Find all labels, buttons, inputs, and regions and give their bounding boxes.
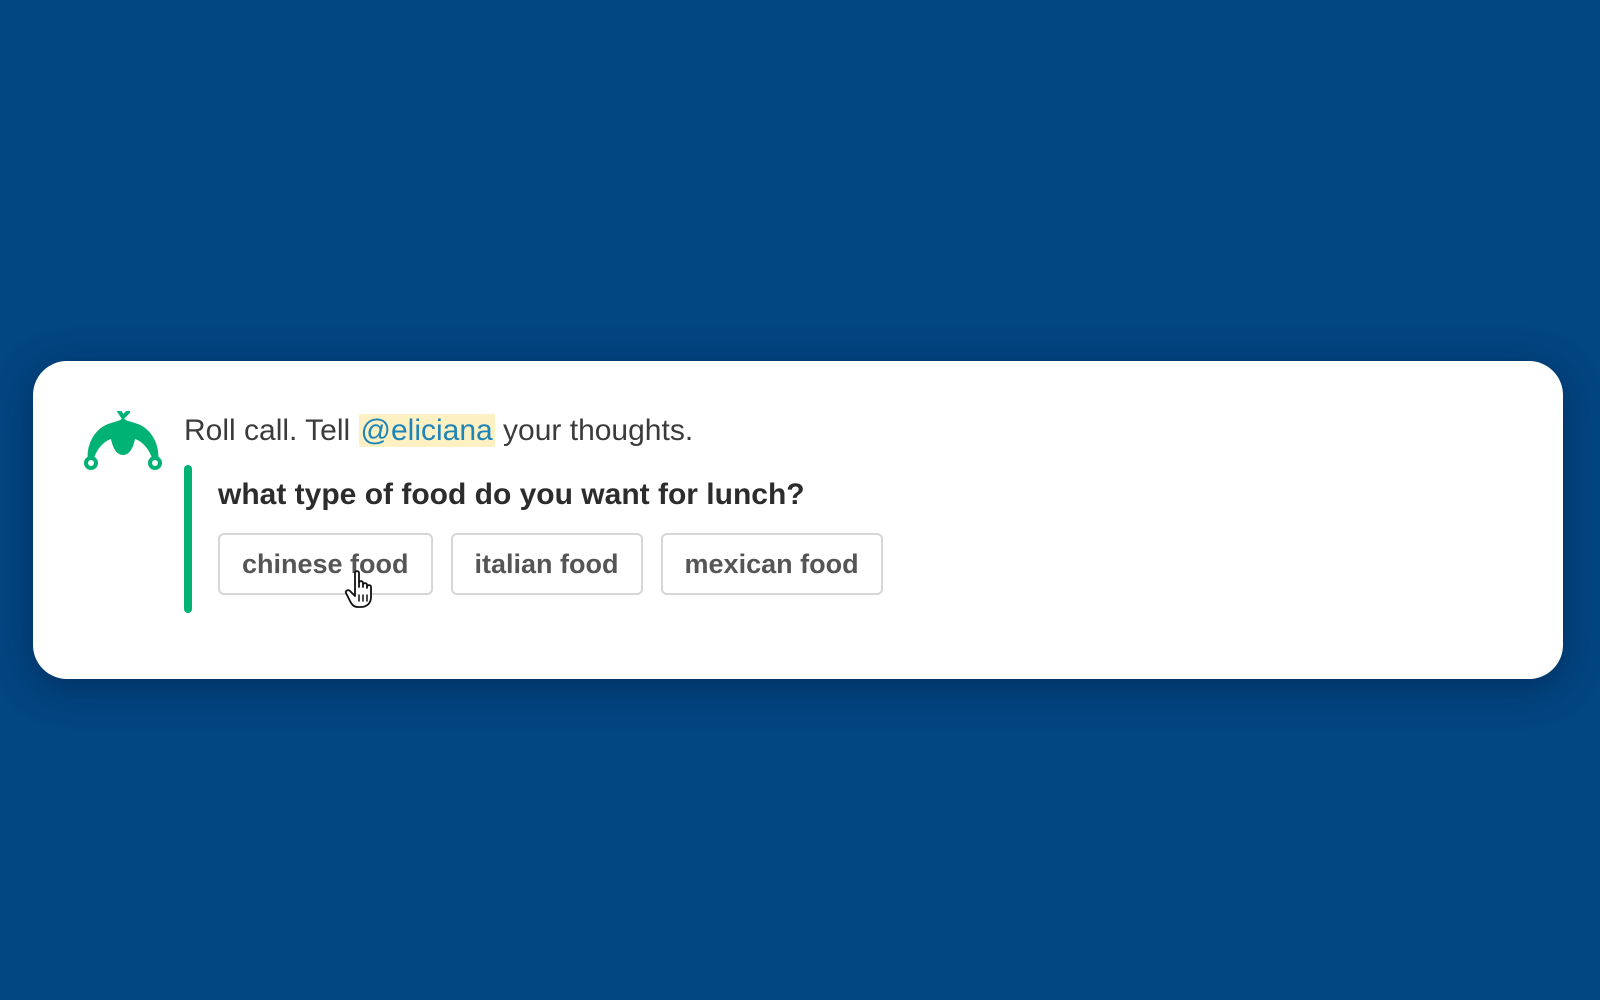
mexican-food-button-label: mexican food (684, 548, 859, 579)
poll-buttons: chinese food italian food mexican food (218, 533, 1523, 608)
message-card: Roll call. Tell @eliciana your thoughts.… (33, 361, 1563, 679)
attachment-accent-bar (184, 465, 192, 613)
poll-attachment: what type of food do you want for lunch?… (184, 465, 1523, 613)
chinese-food-button-label: chinese food (242, 548, 409, 579)
chinese-food-button[interactable]: chinese food (218, 533, 433, 608)
message-suffix: your thoughts. (494, 414, 694, 447)
surveymonkey-logo-icon (84, 411, 162, 470)
poll-question: what type of food do you want for lunch? (218, 478, 805, 511)
message-body: Roll call. Tell @eliciana your thoughts.… (184, 411, 1523, 613)
mexican-food-button[interactable]: mexican food (660, 533, 883, 595)
italian-food-button-label: italian food (474, 548, 619, 579)
user-mention-link[interactable]: @eliciana (358, 414, 495, 447)
message-prefix: Roll call. Tell (184, 414, 359, 447)
italian-food-button[interactable]: italian food (450, 533, 643, 595)
message-text: Roll call. Tell @eliciana your thoughts. (184, 411, 1523, 451)
